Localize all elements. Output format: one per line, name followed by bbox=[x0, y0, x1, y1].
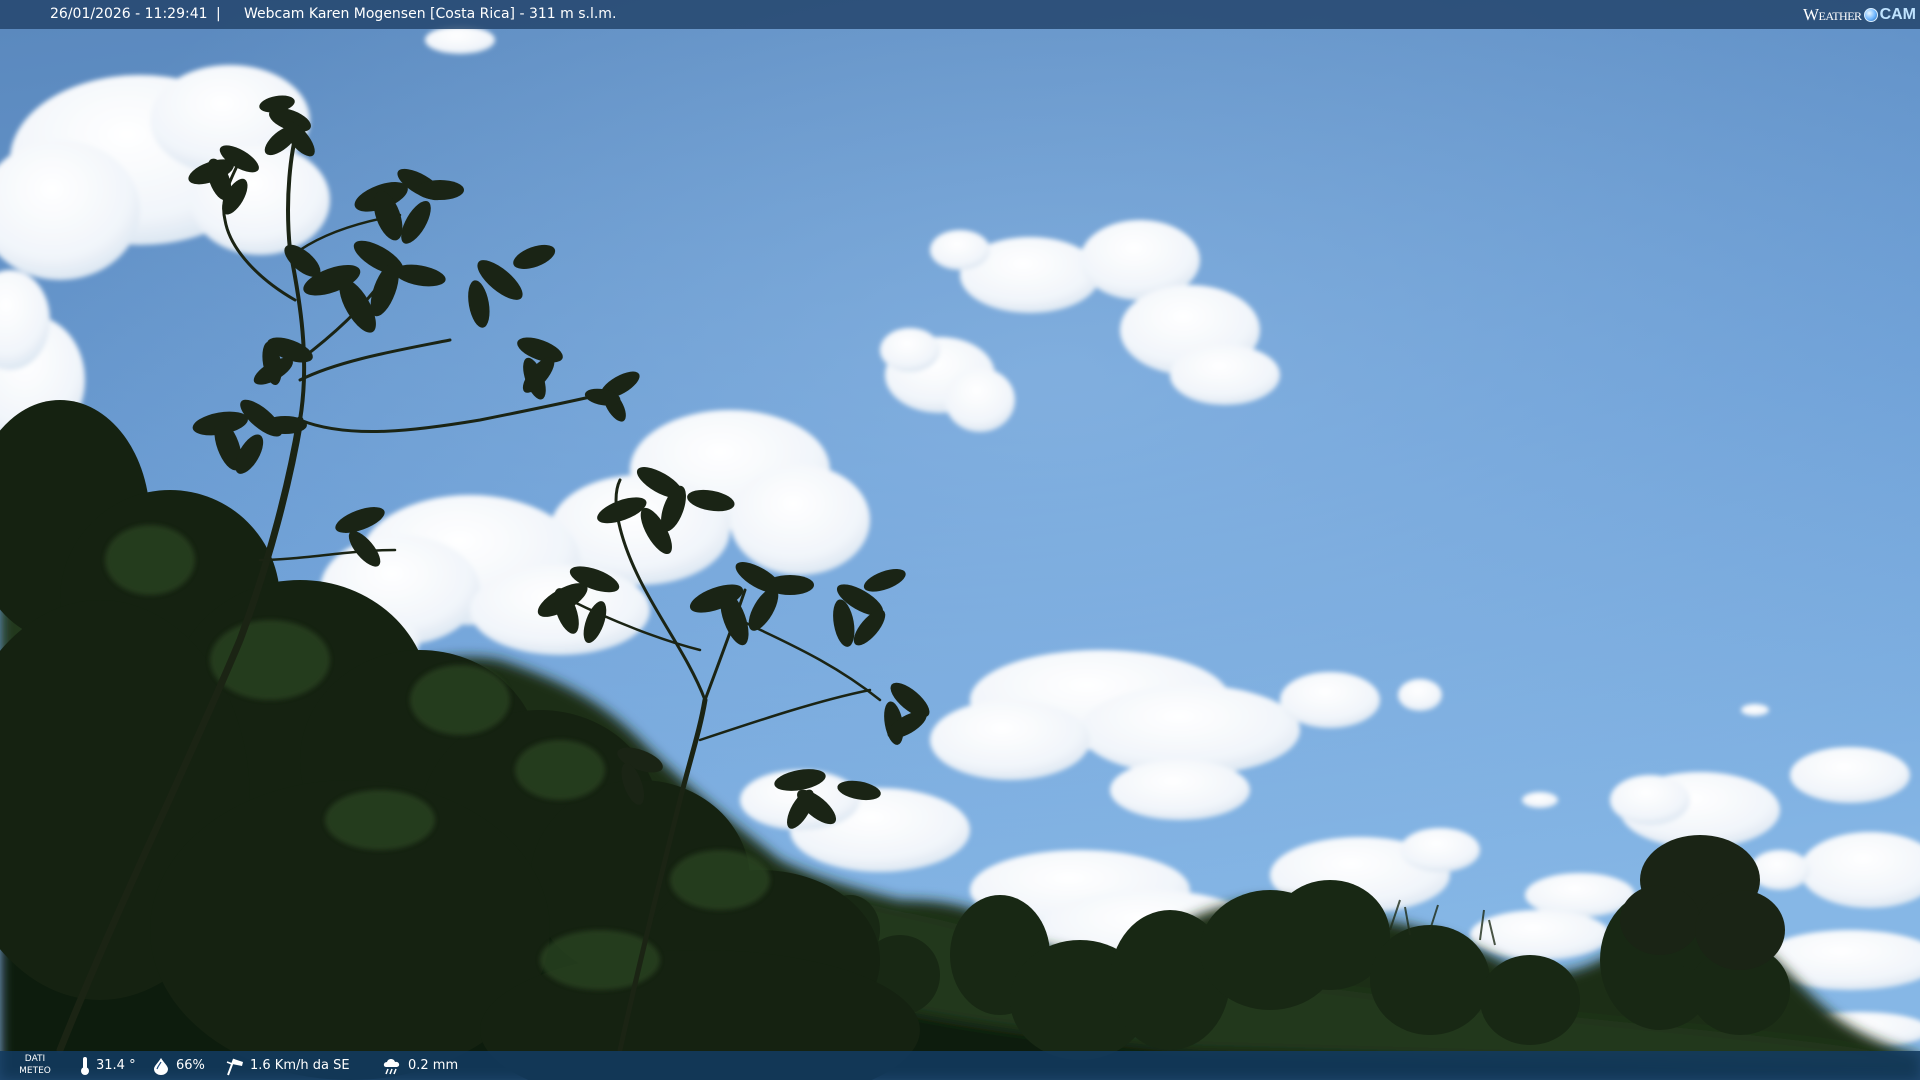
rain-reading: 0.2 mm bbox=[382, 1051, 458, 1080]
logo-word-cam: CAM bbox=[1879, 6, 1916, 23]
weather-data-bar: DATI METEO 31.4 ° 66% 1.6 Km/h da SE 0.2… bbox=[0, 1051, 1920, 1080]
weathercam-logo: Weather CAM bbox=[1803, 0, 1916, 29]
weather-label-line2: METEO bbox=[19, 1066, 51, 1076]
weather-label: DATI METEO bbox=[18, 1053, 52, 1077]
rain-cloud-icon bbox=[383, 1058, 400, 1074]
wind-value: 1.6 Km/h da SE bbox=[250, 1058, 350, 1073]
header-bar: 26/01/2026 - 11:29:41 | Webcam Karen Mog… bbox=[0, 0, 1920, 29]
humidity-value: 66% bbox=[176, 1058, 205, 1073]
separator: | bbox=[216, 6, 221, 22]
logo-word-weather: Weather bbox=[1803, 5, 1862, 24]
thermometer-icon bbox=[81, 1056, 89, 1075]
wind-reading: 1.6 Km/h da SE bbox=[224, 1051, 350, 1080]
humidity-drop-icon bbox=[154, 1057, 168, 1075]
temperature-reading: 31.4 ° bbox=[80, 1051, 136, 1080]
humidity-reading: 66% bbox=[152, 1051, 205, 1080]
temperature-value: 31.4 ° bbox=[96, 1058, 136, 1073]
webcam-scene-image bbox=[0, 0, 1920, 1080]
webcam-frame: 26/01/2026 - 11:29:41 | Webcam Karen Mog… bbox=[0, 0, 1920, 1080]
wind-sock-icon bbox=[226, 1058, 243, 1075]
webcam-title: Webcam Karen Mogensen [Costa Rica] - 311… bbox=[244, 6, 617, 22]
datetime-label: 26/01/2026 - 11:29:41 bbox=[50, 6, 208, 22]
rain-value: 0.2 mm bbox=[408, 1058, 459, 1073]
weather-label-line1: DATI bbox=[24, 1054, 46, 1064]
logo-globe-icon bbox=[1863, 7, 1878, 22]
